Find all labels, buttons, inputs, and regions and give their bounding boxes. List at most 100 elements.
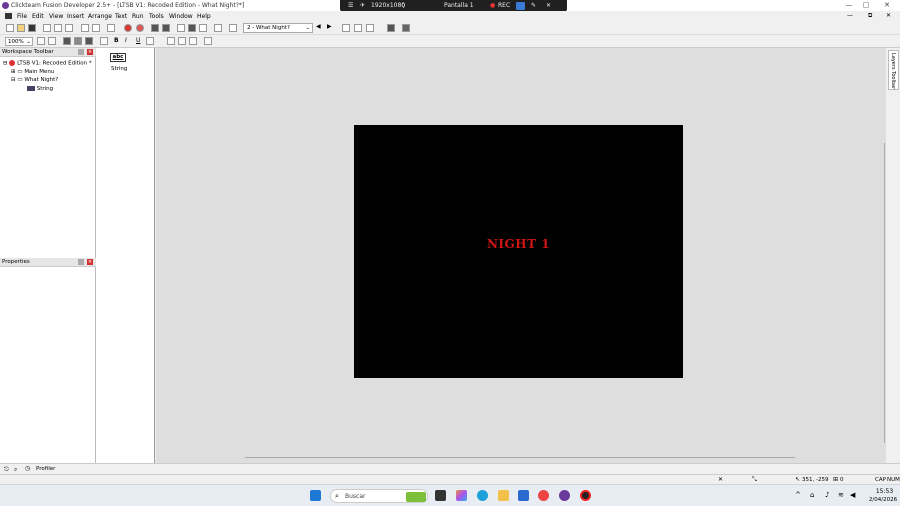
horizontal-scrollbar[interactable] (245, 457, 795, 458)
tree-item-main-menu[interactable]: ⊞ ▭ Main Menu (11, 69, 54, 75)
close-recorder-icon[interactable]: ✕ (546, 2, 551, 9)
redo-icon[interactable] (92, 24, 100, 32)
stop-icon[interactable] (124, 24, 132, 32)
menu-window[interactable]: Window (169, 13, 193, 20)
file-explorer-icon[interactable] (498, 490, 509, 501)
wifi-icon[interactable]: ≋ (838, 491, 844, 499)
view-mode-2-icon[interactable] (74, 37, 82, 45)
inner-restore-button[interactable]: ⧉ (868, 12, 872, 20)
zoom-select[interactable]: 100% ⌄ (5, 37, 33, 46)
layout-2-icon[interactable] (188, 24, 196, 32)
string-object-thumbnail[interactable]: abc (110, 53, 126, 62)
minimize-button[interactable]: — (842, 1, 856, 10)
night-string-object[interactable]: NIGHT 1 (354, 237, 683, 251)
close-button[interactable]: ✕ (880, 1, 894, 10)
cut-icon[interactable] (43, 24, 51, 32)
volume-icon[interactable]: ◀ (850, 491, 855, 499)
copy-icon[interactable] (54, 24, 62, 32)
align-icon[interactable] (342, 24, 350, 32)
tree-item-what-night[interactable]: ⊟ ▭ What Night? (11, 77, 58, 83)
zoom-icon[interactable] (48, 37, 56, 45)
bold-button[interactable]: B (114, 37, 119, 44)
menu-tools[interactable]: Tools (149, 13, 164, 20)
tree-item-string[interactable]: String (27, 86, 53, 92)
edge-icon[interactable] (477, 490, 488, 501)
pin-panel-icon[interactable] (78, 259, 84, 265)
workspace-tab-icon[interactable]: ⎋ (4, 466, 9, 474)
rec-label[interactable]: REC (498, 2, 510, 9)
paste-icon[interactable] (65, 24, 73, 32)
tray-chevron-icon[interactable]: ^ (795, 491, 801, 499)
view-mode-3-icon[interactable] (85, 37, 93, 45)
frame-editor-icon[interactable] (151, 24, 159, 32)
frame-select[interactable]: 2 - What Night? ⌄ (243, 23, 313, 33)
open-icon[interactable] (17, 24, 25, 32)
undo-icon[interactable] (81, 24, 89, 32)
start-icon[interactable] (310, 490, 321, 501)
resize-icon[interactable]: ⤡ (752, 476, 757, 484)
vertical-scrollbar[interactable] (884, 143, 885, 443)
pause-icon[interactable] (136, 24, 144, 32)
menu-view[interactable]: View (49, 13, 63, 20)
close-panel-icon[interactable]: × (87, 259, 93, 265)
tree-item-app[interactable]: ⊟ LTSB V1: Recoded Edition * (3, 60, 92, 67)
collapse-icon[interactable]: ⊟ (3, 61, 8, 67)
shield-icon[interactable] (107, 24, 115, 32)
camera-icon[interactable] (516, 2, 525, 10)
chrome-icon[interactable] (538, 490, 549, 501)
search-tab-icon[interactable]: ⌕ (14, 466, 17, 474)
next-frame-icon[interactable]: ▶ (327, 23, 335, 31)
menu-run[interactable]: Run (132, 13, 144, 20)
font-icon[interactable] (100, 37, 108, 45)
menu-text[interactable]: Text (115, 13, 127, 20)
pen-icon[interactable]: ✎ (531, 2, 536, 9)
view-options-icon[interactable] (366, 24, 374, 32)
pin-icon[interactable]: ✈ (360, 2, 365, 9)
pin-panel-icon[interactable] (78, 49, 84, 55)
expand-icon[interactable]: ⊞ (11, 69, 16, 75)
drop-icon[interactable]: ◊ (402, 2, 405, 9)
clock-icon[interactable]: ◷ (25, 465, 30, 472)
frame-stage[interactable]: NIGHT 1 (354, 125, 683, 378)
menu-arrange[interactable]: Arrange (88, 13, 112, 20)
color-icon[interactable] (146, 37, 154, 45)
menu-icon[interactable]: ☰ (348, 2, 353, 9)
align-center-icon[interactable] (178, 37, 186, 45)
fusion-icon[interactable] (559, 490, 570, 501)
recorder-icon[interactable] (580, 490, 591, 501)
close-status-icon[interactable]: ✕ (718, 476, 723, 483)
copilot-icon[interactable] (456, 490, 467, 501)
underline-button[interactable]: U (136, 37, 140, 44)
prev-frame-icon[interactable]: ◀ (316, 23, 324, 31)
align-right-icon[interactable] (189, 37, 197, 45)
network-icon[interactable]: ⌂ (810, 491, 814, 499)
menu-help[interactable]: Help (197, 13, 211, 20)
menu-edit[interactable]: Edit (32, 13, 44, 20)
run-app-icon[interactable] (402, 24, 410, 32)
menu-file[interactable]: File (17, 13, 27, 20)
mic-icon[interactable]: ♪ (825, 491, 829, 499)
run-frame-icon[interactable] (387, 24, 395, 32)
layout-1-icon[interactable] (177, 24, 185, 32)
inner-minimize-button[interactable]: — (847, 12, 853, 19)
layers-toolbar-tab[interactable]: Layers Toolbar (888, 50, 899, 90)
inner-close-button[interactable]: ✕ (886, 12, 891, 19)
italic-button[interactable]: I (125, 37, 127, 44)
profiler-tab[interactable]: Profiler (36, 466, 55, 472)
align-left-icon[interactable] (167, 37, 175, 45)
event-editor-icon[interactable] (214, 24, 222, 32)
clock-date[interactable]: 2/04/2026 (867, 497, 899, 503)
close-panel-icon[interactable]: × (87, 49, 93, 55)
maximize-button[interactable]: ▢ (859, 1, 873, 10)
new-icon[interactable] (6, 24, 14, 32)
collapse-icon[interactable]: ⊟ (11, 77, 16, 83)
crop-icon[interactable] (204, 37, 212, 45)
taskbar-search[interactable]: ⌕ Buscar (330, 489, 428, 503)
store-icon[interactable] (518, 490, 529, 501)
save-icon[interactable] (28, 24, 36, 32)
clock-time[interactable]: 15:53 (872, 488, 897, 495)
storyboard-icon[interactable] (162, 24, 170, 32)
task-view-icon[interactable] (435, 490, 446, 501)
grid-icon[interactable] (354, 24, 362, 32)
menu-insert[interactable]: Insert (67, 13, 84, 20)
